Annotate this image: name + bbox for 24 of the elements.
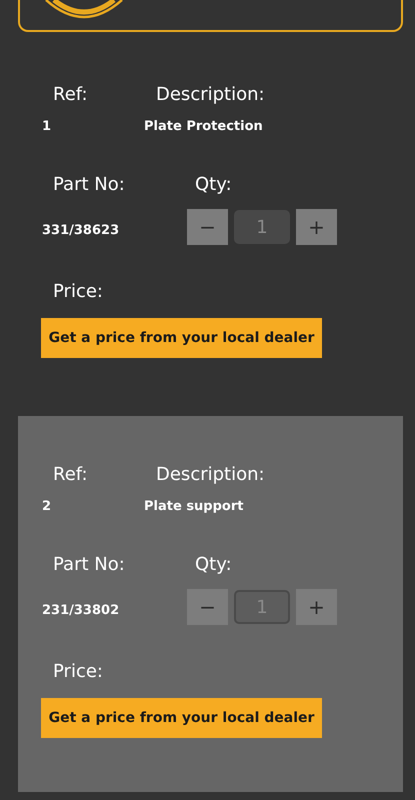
dealer-price-button[interactable]: Get a price from your local dealer <box>41 698 322 738</box>
description-label: Description: <box>155 84 266 105</box>
price-label: Price: <box>52 281 104 302</box>
increase-button[interactable]: + <box>296 589 337 625</box>
part-no-value: 331/38623 <box>41 222 120 238</box>
part-no-label: Part No: <box>52 554 126 575</box>
decrease-button[interactable]: − <box>187 589 228 625</box>
decrease-button[interactable]: − <box>187 209 228 245</box>
qty-label: Qty: <box>194 174 233 195</box>
ref-label: Ref: <box>52 464 89 485</box>
ref-value: 2 <box>41 499 52 514</box>
quantity-field[interactable]: 1 <box>234 210 290 244</box>
description-value: Plate support <box>144 499 244 514</box>
price-label: Price: <box>52 661 104 682</box>
increase-button[interactable]: + <box>296 209 337 245</box>
part-no-value: 231/33802 <box>41 602 120 618</box>
ref-value: 1 <box>41 119 52 134</box>
description-label: Description: <box>155 464 266 485</box>
ref-label: Ref: <box>52 84 89 105</box>
logo-icon <box>44 0 124 20</box>
qty-label: Qty: <box>194 554 233 575</box>
description-value: Plate Protection <box>144 119 264 134</box>
dealer-price-button[interactable]: Get a price from your local dealer <box>41 318 322 358</box>
part-no-label: Part No: <box>52 174 126 195</box>
